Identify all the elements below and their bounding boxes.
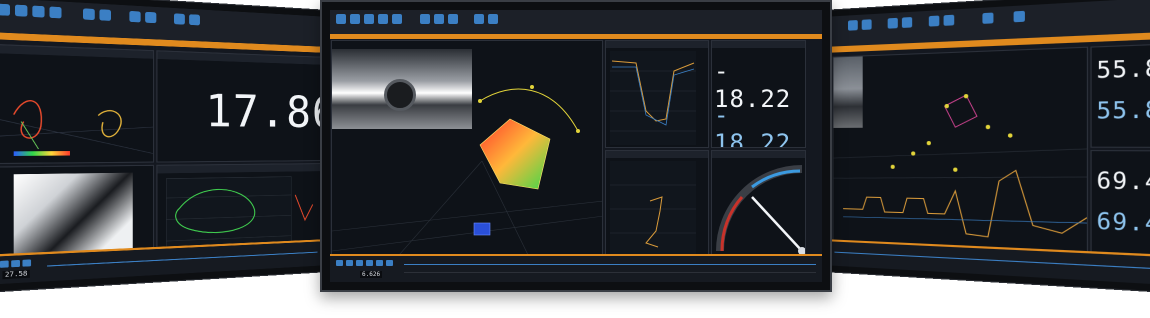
- toolbar-icon[interactable]: [392, 14, 402, 24]
- center-tab-strip: [330, 34, 822, 39]
- toolbar-icon[interactable]: [488, 14, 498, 24]
- center-gauge-panel: [711, 150, 806, 262]
- center-monitor: - 18.22 - 18.22 6.626: [320, 0, 832, 292]
- step-back-icon[interactable]: [336, 260, 343, 266]
- center-graph-bottom: [605, 150, 709, 262]
- stop-icon[interactable]: [366, 260, 373, 266]
- timeline-track[interactable]: [47, 251, 318, 267]
- toolbar-icon[interactable]: [364, 14, 374, 24]
- timecode: 27.58: [2, 269, 30, 280]
- toolbar-icon[interactable]: [420, 14, 430, 24]
- toolbar-icon[interactable]: [1013, 10, 1025, 23]
- timeline-ruler: [404, 272, 816, 273]
- toolbar-icon[interactable]: [378, 14, 388, 24]
- center-3d-panel: [331, 40, 603, 262]
- stop-icon[interactable]: [11, 259, 20, 268]
- numeric-display: 69.42: [1096, 207, 1150, 238]
- left-3d-panel: [0, 43, 155, 165]
- toolbar-icon[interactable]: [943, 14, 955, 26]
- center-graph-top: [605, 40, 709, 148]
- pause-icon[interactable]: [356, 260, 363, 266]
- timeline-track[interactable]: [834, 251, 1150, 270]
- toolbar-icon[interactable]: [887, 17, 898, 29]
- right-digit-panel-top: 55.86 55.86: [1090, 43, 1150, 148]
- trajectory-plot: [0, 44, 154, 164]
- step-forward-icon[interactable]: [376, 260, 383, 266]
- scatter-plot: [833, 48, 1089, 256]
- timecode: 6.626: [360, 271, 383, 278]
- right-digit-panel-bottom: 69.42 69.42: [1090, 149, 1150, 260]
- toolbar-icon[interactable]: [14, 4, 28, 17]
- scene-3d: [332, 85, 602, 261]
- toolbar-icon[interactable]: [32, 5, 45, 18]
- toolbar-icon[interactable]: [350, 14, 360, 24]
- toolbar-icon[interactable]: [901, 17, 913, 28]
- toolbar-icon[interactable]: [82, 8, 95, 21]
- center-screen: - 18.22 - 18.22 6.626: [330, 10, 822, 282]
- toolbar-icon[interactable]: [434, 14, 444, 24]
- toolbar-icon[interactable]: [474, 14, 484, 24]
- left-monitor: 17.86 27.58: [0, 0, 331, 295]
- center-toolbar: [330, 10, 822, 35]
- right-scatter-panel: [832, 46, 1089, 256]
- center-digit-panel: - 18.22 - 18.22: [711, 40, 806, 148]
- panel-header: [712, 41, 805, 48]
- gauge-display: [716, 165, 805, 255]
- left-digit-panel: 17.86: [156, 50, 322, 163]
- xy-plot: [610, 161, 696, 257]
- pause-icon[interactable]: [0, 260, 9, 268]
- numeric-display: 17.86: [205, 84, 322, 138]
- toolbar-icon[interactable]: [847, 20, 858, 31]
- step-forward-icon[interactable]: [22, 259, 32, 267]
- toolbar-icon[interactable]: [145, 11, 157, 24]
- toolbar-icon[interactable]: [928, 15, 940, 27]
- toolbar-icon[interactable]: [189, 14, 200, 26]
- time-plot: [610, 51, 696, 145]
- play-icon[interactable]: [346, 260, 353, 266]
- toolbar-icon[interactable]: [129, 10, 141, 23]
- right-monitor: 55.86 55.86 69.42 69.42: [822, 0, 1150, 295]
- panel-header: [157, 51, 321, 65]
- toolbar-icon[interactable]: [448, 14, 458, 24]
- right-screen: 55.86 55.86 69.42 69.42: [828, 0, 1150, 286]
- toolbar-icon[interactable]: [336, 14, 346, 24]
- numeric-display: 55.86: [1096, 53, 1150, 84]
- record-icon[interactable]: [386, 260, 393, 266]
- toolbar-icon[interactable]: [99, 9, 112, 21]
- toolbar-icon[interactable]: [982, 12, 994, 24]
- center-timeline[interactable]: 6.626: [330, 254, 822, 282]
- toolbar-icon[interactable]: [861, 19, 872, 30]
- numeric-display: - 18.22: [714, 101, 792, 148]
- toolbar-icon[interactable]: [49, 6, 62, 19]
- numeric-display: 55.86: [1096, 95, 1150, 125]
- color-scale-bar: [13, 151, 70, 156]
- toolbar-icon[interactable]: [0, 3, 10, 16]
- timeline-track[interactable]: [404, 264, 816, 265]
- numeric-display: 69.42: [1096, 166, 1150, 196]
- left-screen: 17.86 27.58: [0, 0, 324, 286]
- toolbar-icon[interactable]: [173, 13, 185, 25]
